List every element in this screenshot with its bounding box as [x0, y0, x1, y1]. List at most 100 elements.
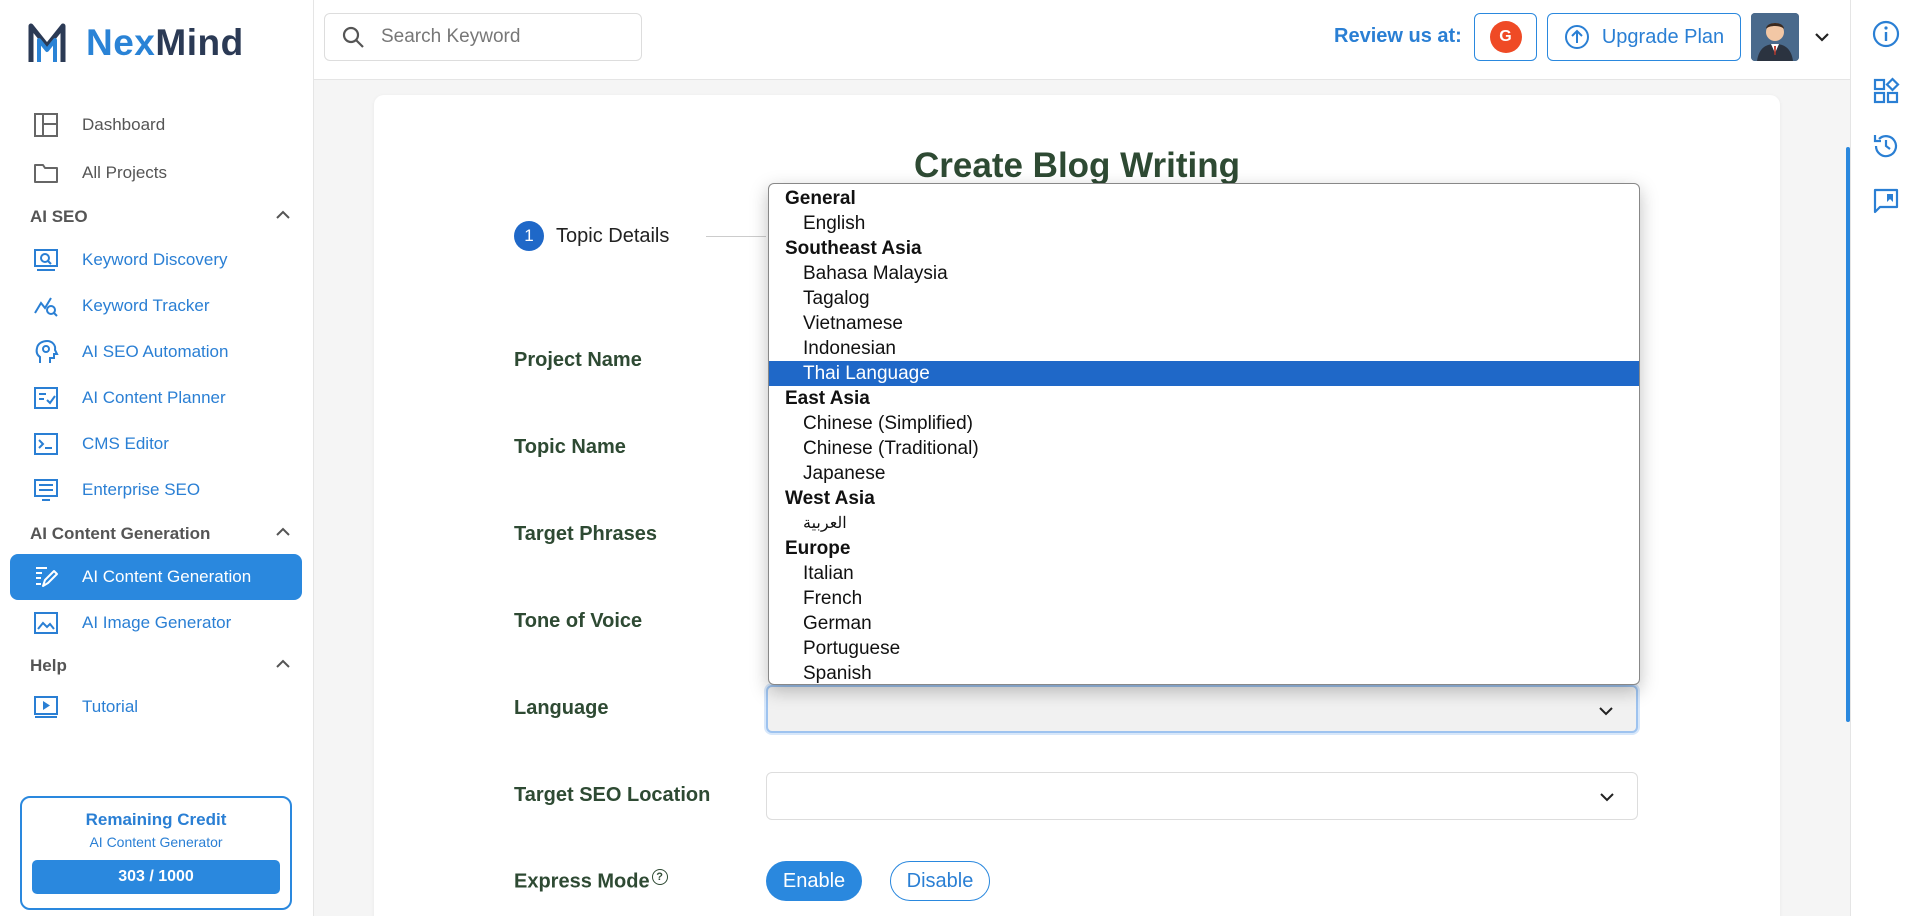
search-box[interactable] [324, 13, 642, 61]
avatar[interactable] [1751, 13, 1799, 61]
scrollbar-thumb[interactable] [1846, 147, 1850, 722]
option-group-europe: Europe [785, 538, 851, 559]
sidebar: NexMind Dashboard All Projects AI SEO Ke… [0, 0, 314, 916]
project-name-label: Project Name [514, 349, 642, 371]
g2-review-button[interactable]: G [1474, 13, 1537, 61]
option-bahasa-malaysia[interactable]: Bahasa Malaysia [769, 261, 1639, 286]
option-french[interactable]: French [769, 586, 1639, 611]
g2-logo-icon: G [1489, 21, 1522, 53]
sidebar-item-label: Keyword Tracker [82, 296, 210, 315]
option-english[interactable]: English [769, 211, 1639, 236]
option-tagalog[interactable]: Tagalog [769, 286, 1639, 311]
keyword-tracker-icon [32, 292, 60, 320]
option-german[interactable]: German [769, 611, 1639, 636]
folder-icon [32, 159, 60, 187]
sidebar-item-label: AI Image Generator [82, 613, 232, 632]
language-label: Language [514, 697, 609, 719]
sidebar-item-ai-content-generation[interactable]: AI Content Generation [10, 554, 302, 600]
chevron-down-icon [1599, 707, 1613, 716]
option-group-southeast-asia: Southeast Asia [785, 238, 922, 259]
section-title: AI Content Generation [30, 524, 211, 543]
terminal-icon [32, 430, 60, 458]
page-title: Create Blog Writing [914, 146, 1241, 185]
express-disable-button[interactable]: Disable [890, 861, 990, 901]
info-icon[interactable] [1871, 19, 1901, 49]
chevron-up-icon [274, 206, 292, 229]
chevron-down-icon [1600, 793, 1614, 802]
credit-value: 303 / 1000 [32, 860, 280, 894]
sidebar-item-label: Keyword Discovery [82, 250, 228, 269]
sidebar-item-label: AI Content Generation [82, 567, 252, 586]
option-chinese-traditional[interactable]: Chinese (Traditional) [769, 436, 1639, 461]
image-icon [32, 609, 60, 637]
play-video-icon [32, 693, 60, 721]
chevron-down-icon[interactable] [1812, 27, 1832, 47]
target-seo-location-label: Target SEO Location [514, 784, 711, 806]
sidebar-item-enterprise-seo[interactable]: Enterprise SEO [10, 467, 302, 513]
sidebar-item-ai-image-generator[interactable]: AI Image Generator [10, 600, 302, 646]
sidebar-item-label: Enterprise SEO [82, 480, 201, 499]
sidebar-item-dashboard[interactable]: Dashboard [10, 102, 302, 148]
option-spanish[interactable]: Spanish [769, 661, 1639, 684]
target-seo-location-select[interactable] [766, 772, 1638, 820]
nexmind-logo-icon [28, 23, 66, 62]
language-dropdown-list: General English Southeast Asia Bahasa Ma… [768, 183, 1640, 685]
sidebar-item-ai-content-planner[interactable]: AI Content Planner [10, 375, 302, 421]
express-mode-label: Express Mode? [514, 869, 668, 894]
section-title: AI SEO [30, 207, 88, 226]
upgrade-plan-button[interactable]: Upgrade Plan [1547, 13, 1741, 61]
option-chinese-simplified[interactable]: Chinese (Simplified) [769, 411, 1639, 436]
sidebar-item-label: All Projects [82, 163, 168, 182]
credit-title: Remaining Credit [85, 810, 227, 829]
section-help[interactable]: Help [30, 651, 292, 681]
option-italian[interactable]: Italian [769, 561, 1639, 586]
option-group-general: General [785, 188, 856, 209]
option-thai-language[interactable]: Thai Language [769, 361, 1639, 386]
chevron-up-icon [274, 655, 292, 678]
topic-name-label: Topic Name [514, 436, 626, 458]
option-indonesian[interactable]: Indonesian [769, 336, 1639, 361]
keyword-discovery-icon [32, 246, 60, 274]
brand-name: NexMind [86, 22, 244, 63]
option-group-east-asia: East Asia [785, 388, 870, 409]
credit-subtitle: AI Content Generator [89, 834, 223, 850]
option-arabic[interactable]: العربية [769, 511, 1639, 536]
option-vietnamese[interactable]: Vietnamese [769, 311, 1639, 336]
sidebar-item-tutorial[interactable]: Tutorial [10, 684, 302, 730]
right-toolbar [1850, 0, 1920, 916]
sidebar-item-label: AI Content Planner [82, 388, 226, 407]
upload-arrow-icon [1564, 25, 1589, 49]
sidebar-item-ai-seo-automation[interactable]: AI SEO Automation [10, 329, 302, 375]
help-icon[interactable]: ? [651, 869, 668, 885]
section-ai-content-generation[interactable]: AI Content Generation [30, 519, 292, 549]
option-japanese[interactable]: Japanese [769, 461, 1639, 486]
sidebar-item-keyword-tracker[interactable]: Keyword Tracker [10, 283, 302, 329]
step-label: Topic Details [556, 224, 670, 247]
content-generation-icon [32, 563, 60, 591]
chevron-up-icon [274, 523, 292, 546]
dashboard-icon [32, 111, 60, 139]
feedback-icon[interactable] [1871, 186, 1901, 216]
ai-head-icon [32, 338, 60, 366]
brand-logo[interactable]: NexMind [28, 20, 244, 66]
tone-of-voice-label: Tone of Voice [514, 610, 643, 632]
step-connector [706, 236, 766, 237]
sidebar-item-label: AI SEO Automation [82, 342, 229, 361]
sidebar-item-all-projects[interactable]: All Projects [10, 150, 302, 196]
sidebar-item-label: Tutorial [82, 697, 139, 716]
section-ai-seo[interactable]: AI SEO [30, 202, 292, 232]
option-portuguese[interactable]: Portuguese [769, 636, 1639, 661]
history-icon[interactable] [1871, 131, 1901, 161]
sidebar-item-cms-editor[interactable]: CMS Editor [10, 421, 302, 467]
sidebar-item-keyword-discovery[interactable]: Keyword Discovery [10, 237, 302, 283]
section-title: Help [30, 656, 67, 675]
widgets-icon[interactable] [1871, 76, 1901, 106]
language-select[interactable] [766, 685, 1638, 733]
target-phrases-label: Target Phrases [514, 523, 658, 545]
top-bar: Review us at: G Upgrade Plan [314, 0, 1850, 80]
enterprise-icon [32, 476, 60, 504]
express-enable-button[interactable]: Enable [766, 861, 862, 901]
sidebar-item-label: CMS Editor [82, 434, 169, 453]
option-group-west-asia: West Asia [785, 488, 875, 509]
search-input[interactable] [381, 26, 631, 48]
